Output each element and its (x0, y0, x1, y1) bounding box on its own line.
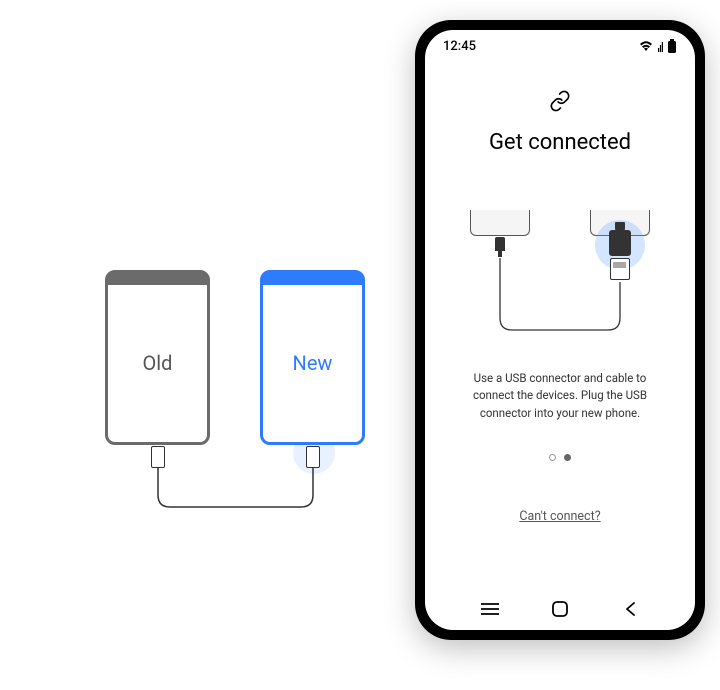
instruction-text: Use a USB connector and cable to connect… (443, 370, 677, 422)
new-phone-graphic: New (260, 270, 365, 445)
page-dot-1[interactable] (549, 454, 556, 461)
status-time: 12:45 (443, 39, 476, 54)
new-phone-label: New (263, 351, 362, 375)
diagram-left-plug (495, 237, 505, 251)
link-icon (549, 90, 571, 116)
page-dot-2[interactable] (564, 454, 571, 461)
cant-connect-link[interactable]: Can't connect? (519, 509, 600, 524)
diagram-cable (460, 250, 660, 345)
phone-screen: 12:45 Get connected (425, 30, 695, 630)
transfer-illustration: Old New (105, 270, 375, 490)
wifi-icon (638, 40, 654, 52)
cable-graphic (105, 465, 375, 525)
connection-diagram (460, 210, 660, 350)
navigation-bar (425, 588, 695, 630)
page-title: Get connected (489, 130, 631, 155)
signal-icon (658, 40, 663, 52)
old-phone-label: Old (108, 351, 207, 375)
screen-content: Get connected Use a USB connector and ca… (425, 62, 695, 588)
diagram-old-device (470, 210, 530, 236)
status-bar: 12:45 (425, 30, 695, 62)
back-button[interactable] (610, 601, 650, 617)
home-button[interactable] (540, 601, 580, 617)
page-indicator (549, 454, 571, 461)
old-phone-graphic: Old (105, 270, 210, 445)
battery-icon (667, 39, 677, 53)
phone-mockup: 12:45 Get connected (415, 20, 705, 640)
recents-button[interactable] (470, 602, 510, 616)
status-icons (638, 39, 677, 53)
